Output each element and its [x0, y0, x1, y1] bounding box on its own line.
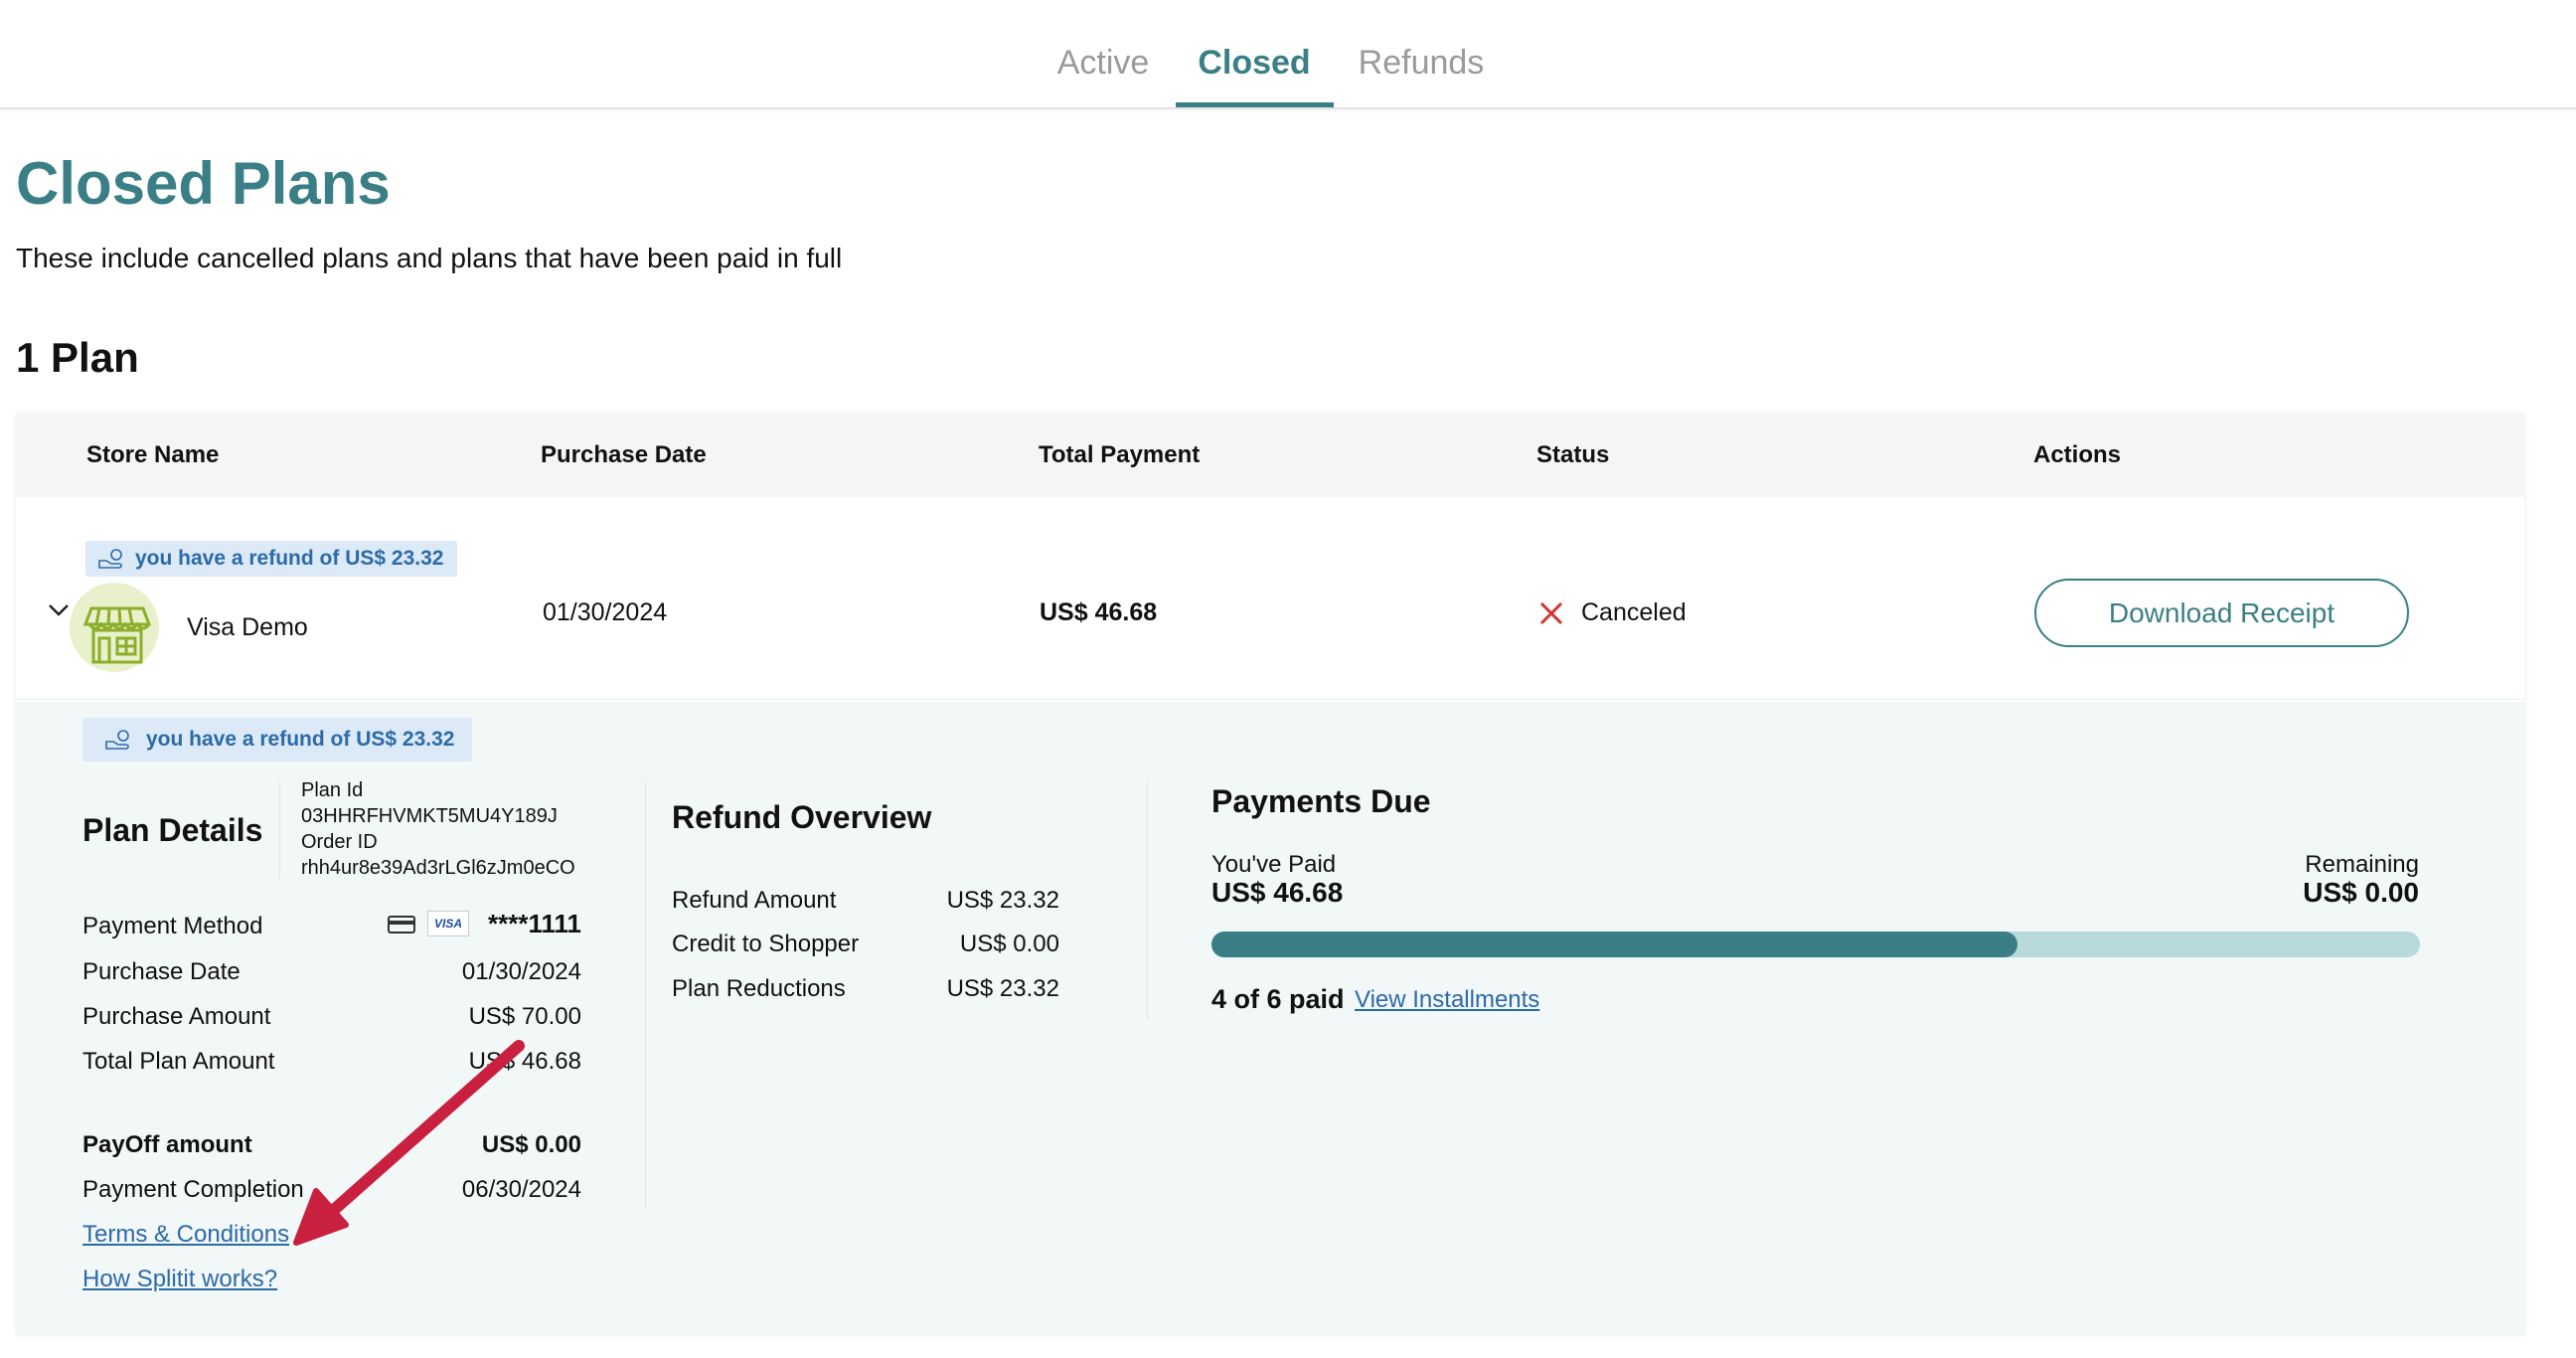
column-divider-2: [1147, 781, 1148, 1020]
total-plan-amount-label: Total Plan Amount: [82, 1048, 275, 1075]
remaining-label: Remaining: [2305, 851, 2419, 878]
refund-hand-icon: [105, 730, 129, 750]
payments-due-title: Payments Due: [1211, 783, 1431, 819]
details-refund-badge: you have a refund of US$ 23.32: [82, 718, 473, 762]
payment-method-value: ****1111: [487, 909, 581, 938]
plan-details-title: Plan Details: [82, 812, 263, 848]
col-total-payment: Total Payment: [1039, 441, 1201, 468]
store-name: Visa Demo: [187, 613, 308, 641]
page-title: Closed Plans: [16, 150, 391, 217]
credit-to-shopper-label: Credit to Shopper: [672, 931, 860, 957]
col-status: Status: [1536, 441, 1610, 468]
total-payment: US$ 46.68: [1040, 598, 1158, 626]
payment-completion-label: Payment Completion: [82, 1176, 304, 1203]
how-splitit-works-link[interactable]: How Splitit works?: [82, 1266, 277, 1293]
table-header: Store Name Purchase Date Total Payment S…: [16, 414, 2524, 497]
payment-completion-value: 06/30/2024: [461, 1176, 581, 1203]
installments-count: 4 of 6 paid: [1211, 984, 1345, 1014]
details-refund-badge-text: you have a refund of US$ 23.32: [146, 728, 455, 751]
payment-progress-bar: [1211, 932, 2420, 957]
row-refund-badge: you have a refund of US$ 23.32: [85, 541, 458, 577]
close-icon: [1539, 601, 1563, 625]
order-id-value: rhh4ur8e39Ad3rLGl6zJm0eCO: [301, 857, 575, 879]
store-icon: [82, 606, 152, 664]
refund-hand-icon: [98, 549, 122, 569]
purchase-date-label: Purchase Date: [82, 958, 241, 985]
chevron-down-icon[interactable]: [48, 603, 70, 617]
plan-id-value: 03HHRFHVMKT5MU4Y189J: [301, 805, 558, 827]
refund-amount-value: US$ 23.32: [946, 887, 1059, 914]
refund-overview-title: Refund Overview: [672, 799, 932, 835]
purchase-amount-label: Purchase Amount: [82, 1003, 271, 1030]
order-id-label: Order ID: [301, 831, 378, 853]
status-text: Canceled: [1581, 598, 1687, 626]
paid-value: US$ 46.68: [1211, 877, 1344, 908]
credit-card-icon: [388, 916, 415, 934]
plan-reductions-value: US$ 23.32: [946, 975, 1059, 1002]
remaining-value: US$ 0.00: [2303, 877, 2419, 908]
payment-progress-fill: [1211, 932, 2018, 957]
plan-id-label: Plan Id: [301, 779, 364, 801]
view-installments-link[interactable]: View Installments: [1355, 986, 1539, 1014]
active-tab-indicator: [1176, 102, 1334, 107]
col-purchase-date: Purchase Date: [541, 441, 707, 468]
purchase-date-value: 01/30/2024: [461, 958, 581, 985]
download-receipt-button[interactable]: Download Receipt: [2034, 579, 2409, 647]
purchase-date: 01/30/2024: [543, 598, 668, 626]
refund-amount-label: Refund Amount: [672, 887, 837, 914]
row-refund-badge-text: you have a refund of US$ 23.32: [135, 547, 444, 570]
col-store-name: Store Name: [86, 441, 220, 468]
plan-count: 1 Plan: [16, 334, 139, 381]
payoff-amount-label: PayOff amount: [82, 1131, 252, 1158]
visa-logo-icon: VISA: [427, 911, 469, 936]
tab-bar: Active Closed Refunds: [0, 0, 2576, 109]
terms-conditions-link[interactable]: Terms & Conditions: [82, 1221, 289, 1249]
payoff-amount-value: US$ 0.00: [481, 1131, 581, 1158]
tab-refunds[interactable]: Refunds: [1352, 44, 1491, 83]
col-actions: Actions: [2033, 441, 2122, 468]
tab-active[interactable]: Active: [1053, 44, 1153, 83]
paid-label: You've Paid: [1211, 851, 1337, 878]
plan-reductions-label: Plan Reductions: [672, 975, 846, 1002]
store-logo: [70, 583, 159, 672]
column-divider: [645, 781, 646, 1209]
payment-method-label: Payment Method: [82, 913, 263, 939]
credit-to-shopper-value: US$ 0.00: [959, 931, 1059, 957]
page-subtitle: These include cancelled plans and plans …: [16, 243, 843, 273]
total-plan-amount-value: US$ 46.68: [468, 1048, 581, 1075]
tab-closed[interactable]: Closed: [1177, 44, 1332, 83]
plan-id-divider: [279, 781, 280, 879]
purchase-amount-value: US$ 70.00: [468, 1003, 581, 1030]
